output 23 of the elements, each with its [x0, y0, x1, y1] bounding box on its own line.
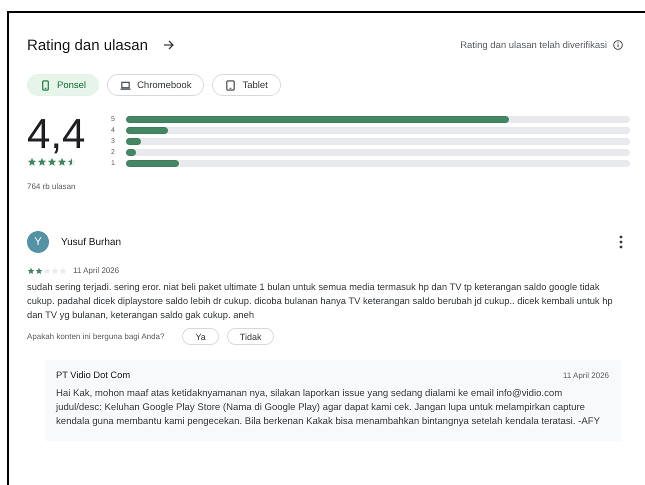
laptop-icon — [120, 80, 132, 90]
review-text: sudah sering terjadi. sering eror. niat beli paket ultimate 1 bulan untuk semua media termasuk hp dan TV tp keterangan saldo google tidak cukup. padahal dicek diplaystore saldo lebih dr cukup. dicoba bulanan hanya TV keterangan saldo berubah jd cukup.. dicek kembali untuk hp dan TV yg bulanan, keterangan saldo gak cukup. aneh — [27, 280, 614, 322]
average-rating: 4,4 — [27, 114, 86, 154]
more-icon[interactable] — [619, 235, 623, 249]
helpful-button[interactable]: Tidak — [226, 328, 274, 345]
tablet-icon — [225, 80, 236, 90]
device-tab[interactable]: Tablet — [212, 74, 281, 96]
reply-text: Hai Kak, mohon maaf atas ketidaknyamanan nya, silakan laporkan issue yang sedang dialami ke email info@vidio.com judul/desc: Keluhan Google Play Store (Nama di Google Play) agar dapat kami cek. Jangan lupa untuk melampirkan capture kendala guna membantu kami pengecekan. Bila berkenan Kakak bisa menambahkan bintangnya setelah kendala teratasi. -AFY — [56, 387, 601, 429]
avatar: Y — [27, 231, 49, 253]
section-title: Rating dan ulasan — [27, 36, 148, 54]
review-date: 11 April 2026 — [73, 266, 120, 275]
device-tab[interactable]: Ponsel — [27, 74, 100, 96]
review-count: 764 rb ulasan — [27, 182, 76, 191]
arrow-icon[interactable] — [162, 38, 176, 52]
verified-note: Rating dan ulasan telah diverifikasi — [460, 40, 607, 50]
reply-date: 11 April 2026 — [562, 370, 609, 380]
reply-author: PT Vidio Dot Com — [56, 370, 130, 380]
info-icon[interactable] — [613, 40, 623, 50]
author-name: Yusuf Burhan — [61, 236, 122, 248]
helpful-question: Apakah konten ini berguna bagi Anda? — [27, 332, 164, 341]
helpful-button[interactable]: Ya — [182, 328, 219, 345]
phone-icon — [40, 80, 51, 90]
device-tab[interactable]: Chromebook — [107, 74, 204, 96]
